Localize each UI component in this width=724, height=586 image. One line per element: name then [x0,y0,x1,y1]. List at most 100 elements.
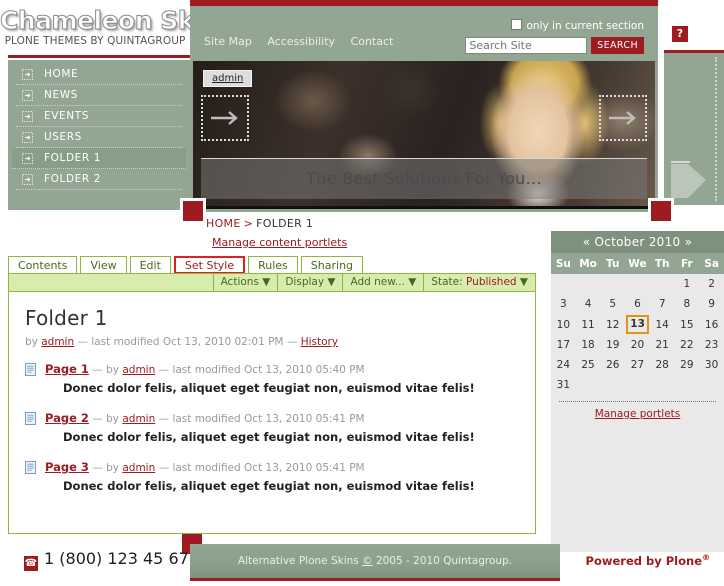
banner-admin-link[interactable]: admin [203,70,253,87]
tab-view[interactable]: View [80,256,127,273]
tab-contents[interactable]: Contents [8,256,78,273]
list-item-author[interactable]: admin [122,462,155,474]
calendar-day-today[interactable]: 13 [625,314,650,335]
list-item-description: Donec dolor felis, aliquet eget feugiat … [63,381,475,395]
manage-content-portlets-link[interactable]: Manage content portlets [212,236,347,249]
banner-prev-button[interactable] [201,95,249,141]
search-input[interactable] [465,37,588,54]
calendar-day[interactable]: 12 [600,314,625,335]
only-current-section-label: only in current section [526,20,645,32]
actions-menu[interactable]: Actions ▼ [212,274,278,291]
main-content: Folder 1 by admin — last modified Oct 13… [8,292,536,534]
manage-portlets-link[interactable]: Manage portlets [595,408,681,420]
calendar-day[interactable]: 1 [675,274,700,294]
calendar-day[interactable]: 6 [625,294,650,314]
site-logo[interactable]: Chameleon Skin PLONE THEMES BY QUINTAGRO… [0,7,220,56]
list-item-author[interactable]: admin [122,413,155,425]
calendar-dow-row: Su Mo Tu We Th Fr Sa [551,253,724,274]
page-title: Folder 1 [25,306,108,330]
calendar-day[interactable]: 22 [675,335,700,355]
banner-next-button[interactable] [599,95,647,141]
calendar-day[interactable] [576,274,601,294]
calendar-next-month[interactable]: » [685,235,693,249]
list-item-title[interactable]: Page 3 [45,460,89,474]
calendar-day[interactable] [625,274,650,294]
list-item-modified: last modified Oct 13, 2010 05:41 PM [172,462,365,474]
dash: — [158,462,170,474]
calendar-day[interactable]: 17 [551,335,576,355]
dash: — [92,462,103,474]
tab-rules[interactable]: Rules [248,256,298,273]
breadcrumb-home[interactable]: HOME [206,217,241,230]
sidebar-item-folder-2[interactable]: FOLDER 2 [16,169,182,190]
calendar-day[interactable]: 3 [551,294,576,314]
calendar-day[interactable] [576,375,601,395]
list-item-author[interactable]: admin [122,364,155,376]
calendar-day[interactable]: 25 [576,355,601,375]
calendar-day[interactable]: 24 [551,355,576,375]
only-current-section-checkbox[interactable] [510,19,522,30]
calendar-day[interactable] [600,274,625,294]
sidebar-item-events[interactable]: EVENTS [16,106,182,127]
calendar-day[interactable]: 27 [625,355,650,375]
calendar-day[interactable]: 28 [650,355,675,375]
by-label: by [106,364,119,376]
help-icon[interactable]: ? [672,26,688,42]
calendar-day[interactable]: 19 [600,335,625,355]
list-item-title[interactable]: Page 2 [45,411,89,425]
calendar-day[interactable]: 30 [699,355,724,375]
calendar-day[interactable] [699,375,724,395]
calendar-day[interactable]: 11 [576,314,601,335]
calendar-day[interactable] [675,375,700,395]
calendar-day[interactable]: 8 [675,294,700,314]
calendar-day[interactable]: 15 [675,314,700,335]
calendar-day[interactable]: 7 [650,294,675,314]
header-link-contact[interactable]: Contact [351,35,394,48]
sidebar-item-folder-1[interactable]: FOLDER 1 [12,148,186,169]
calendar-dow: Fr [674,253,700,274]
search-button[interactable]: SEARCH [591,37,644,54]
header-link-sitemap[interactable]: Site Map [204,35,252,48]
tab-edit[interactable]: Edit [129,256,171,273]
calendar-day[interactable] [625,375,650,395]
calendar-day[interactable]: 26 [600,355,625,375]
calendar-prev-month[interactable]: « [583,235,591,249]
footer-copyright-symbol[interactable]: © [362,555,373,567]
tab-sharing[interactable]: Sharing [300,256,364,273]
calendar-day[interactable]: 4 [576,294,601,314]
powered-by-plone[interactable]: Powered by Plone® [586,553,710,568]
tab-set-style[interactable]: Set Style [173,256,246,274]
calendar-week: 10 11 12 13 14 15 16 [551,314,724,335]
calendar-day[interactable]: 18 [576,335,601,355]
calendar-day[interactable]: 2 [699,274,724,294]
sidebar-item-news[interactable]: NEWS [16,85,182,106]
state-menu[interactable]: State: Published ▼ [423,274,535,291]
list-item: Page 2 — by admin — last modified Oct 13… [25,411,519,444]
calendar-day[interactable]: 29 [675,355,700,375]
calendar-day[interactable]: 16 [699,314,724,335]
arrow-box-icon [22,111,33,122]
calendar-day[interactable] [600,375,625,395]
calendar-day[interactable]: 23 [699,335,724,355]
calendar-header: « October 2010 » [551,231,724,253]
calendar-day[interactable]: 10 [551,314,576,335]
calendar-day[interactable]: 9 [699,294,724,314]
calendar-day[interactable] [650,274,675,294]
calendar-day[interactable] [551,274,576,294]
calendar-day[interactable] [650,375,675,395]
calendar-day[interactable]: 14 [650,314,675,335]
header-link-accessibility[interactable]: Accessibility [267,35,335,48]
history-link[interactable]: History [301,336,338,348]
byline-author-link[interactable]: admin [41,336,74,348]
sidebar-item-home[interactable]: HOME [16,64,182,85]
dash: — [92,364,103,376]
calendar-day[interactable]: 20 [625,335,650,355]
display-menu[interactable]: Display ▼ [277,274,342,291]
add-new-menu[interactable]: Add new... ▼ [342,274,423,291]
sidebar-item-users[interactable]: USERS [16,127,182,148]
calendar-day[interactable]: 31 [551,375,576,395]
sidebar-item-label: EVENTS [44,110,89,122]
list-item-title[interactable]: Page 1 [45,362,89,376]
calendar-day[interactable]: 5 [600,294,625,314]
calendar-day[interactable]: 21 [650,335,675,355]
